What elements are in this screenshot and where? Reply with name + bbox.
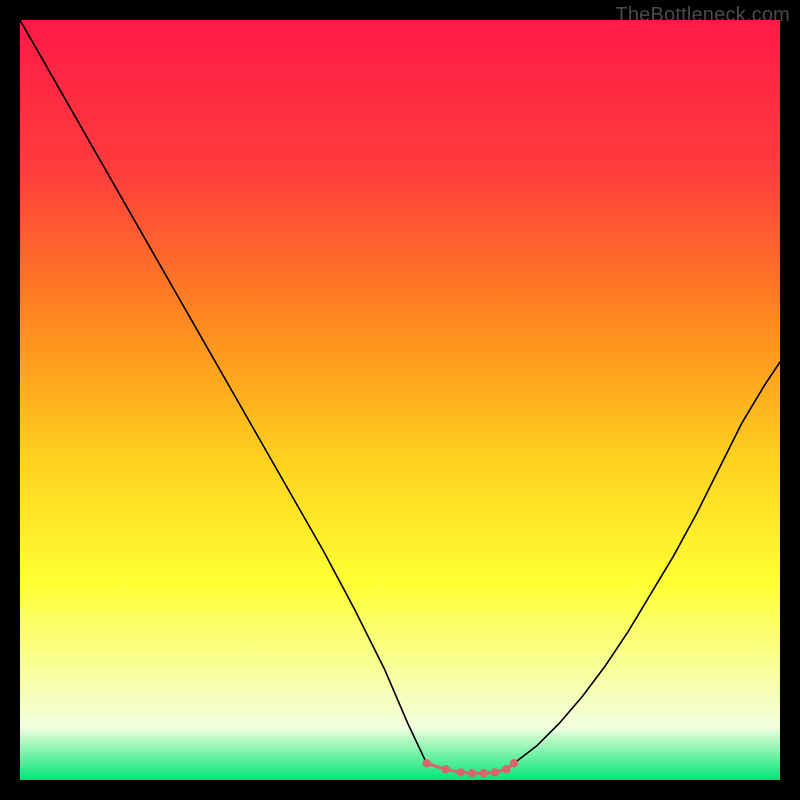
series-bottom-markers-point xyxy=(468,769,476,777)
series-bottom-markers-point xyxy=(510,759,518,767)
series-bottom-markers-point xyxy=(441,765,449,773)
chart-svg xyxy=(20,20,780,780)
chart-plot-area xyxy=(20,20,780,780)
series-bottom-markers-point xyxy=(502,765,510,773)
series-bottom-markers-point xyxy=(479,769,487,777)
chart-background xyxy=(20,20,780,780)
series-bottom-markers-point xyxy=(422,759,430,767)
chart-stage: TheBottleneck.com xyxy=(0,0,800,800)
series-bottom-markers-point xyxy=(457,768,465,776)
series-bottom-markers-point xyxy=(491,768,499,776)
